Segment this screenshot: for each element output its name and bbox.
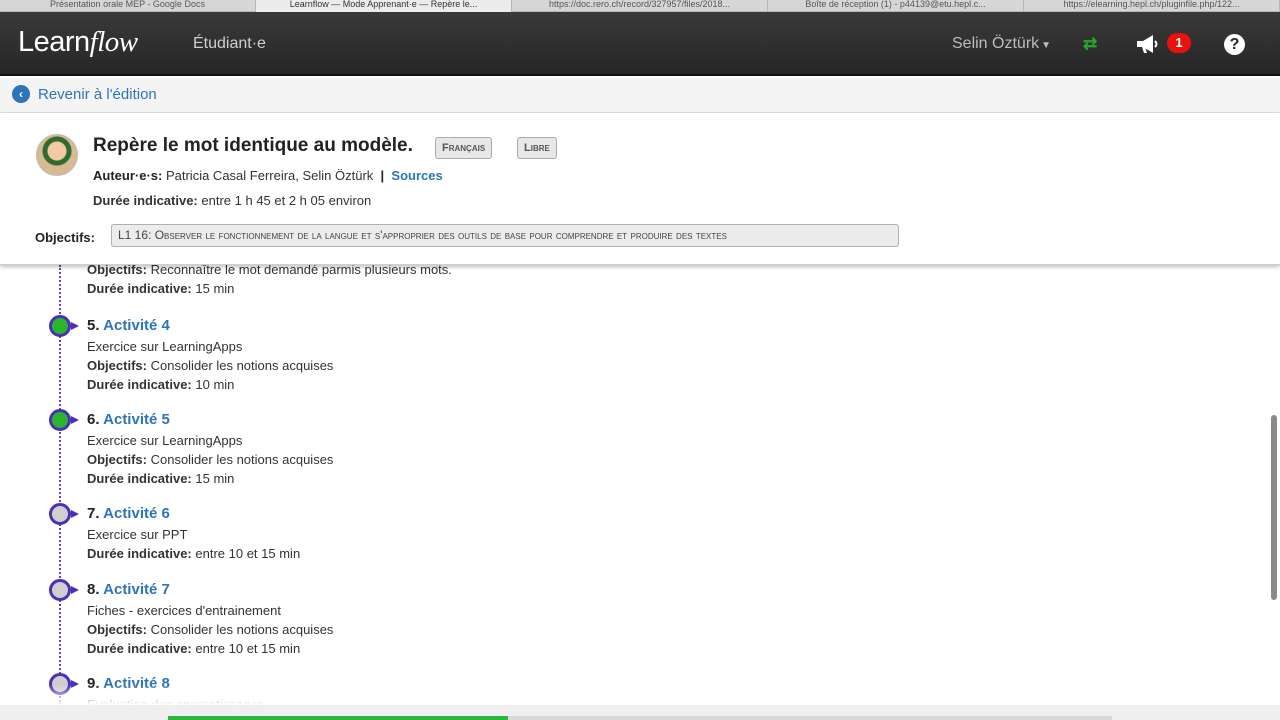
activity-number: 7. (87, 505, 100, 522)
browser-tab[interactable]: https://doc.rero.ch/record/327957/files/… (512, 0, 768, 12)
activity-duration: entre 10 et 15 min (195, 546, 301, 561)
timeline-node-done (49, 315, 79, 337)
duration-label: Durée indicative: (93, 193, 198, 208)
sources-link[interactable]: Sources (391, 168, 442, 183)
back-to-edit-link[interactable]: ‹ Revenir à l'édition (12, 85, 157, 103)
prev-objectives: Reconnaître le mot demandé parmis plusie… (150, 265, 452, 277)
notification-badge[interactable]: 1 (1167, 33, 1191, 53)
chevron-left-icon: ‹ (12, 85, 30, 103)
progress-fill (168, 716, 508, 720)
sequence-header: Repère le mot identique au modèle. Franç… (0, 113, 1280, 265)
activity-link[interactable]: Activité 6 (103, 505, 170, 522)
page-title: Repère le mot identique au modèle. (93, 135, 413, 156)
activity-duration: 10 min (195, 377, 235, 392)
browser-tab[interactable]: Boîte de réception (1) - p44139@etu.hepl… (768, 0, 1024, 12)
objective-badge: L1 16: Observer le fonctionnement de la … (111, 224, 899, 247)
learnflow-logo[interactable]: Learnflow (18, 26, 138, 59)
browser-tab-bar: Présentation orale MEP - Google Docs Lea… (0, 0, 1280, 12)
prev-duration-label: Durée indicative: (87, 281, 192, 296)
activity-item: 8. Activité 7 Fiches - exercices d'entra… (87, 580, 333, 658)
timeline-node-todo (49, 579, 79, 601)
activity-number: 8. (87, 581, 100, 598)
authors-line: Auteur·e·s: Patricia Casal Ferreira, Sel… (93, 168, 443, 183)
caret-down-icon: ▼ (1041, 40, 1052, 51)
activities-timeline: Objectifs: Reconnaître le mot demandé pa… (0, 265, 1280, 705)
authors-names: Patricia Casal Ferreira, Selin Öztürk (165, 168, 374, 183)
progress-bar (168, 716, 1112, 720)
activity-objectives-label: Objectifs: (87, 452, 147, 467)
subject-tag: Français (435, 137, 493, 159)
top-navbar: Learnflow Étudiant·e Selin Öztürk ▼ ⇄ 1 ? (0, 12, 1280, 76)
activity-objectives: Consolider les notions acquises (150, 358, 334, 373)
page-scrollbar[interactable] (1271, 415, 1277, 600)
prev-duration: 15 min (195, 281, 235, 296)
browser-tab-active[interactable]: Learnflow — Mode Apprenant·e — Repère le… (256, 0, 512, 12)
activity-link[interactable]: Activité 5 (103, 411, 170, 428)
user-name: Selin Öztürk (952, 35, 1040, 52)
activity-type: Exercice sur LearningApps (87, 339, 243, 354)
role-label: Étudiant·e (193, 35, 266, 52)
activity-number: 6. (87, 411, 100, 428)
activity-duration-label: Durée indicative: (87, 471, 192, 486)
activity-link[interactable]: Activité 4 (103, 317, 170, 334)
bottom-fade (0, 685, 1280, 705)
activity-objectives: Consolider les notions acquises (150, 452, 334, 467)
activity-number: 5. (87, 317, 100, 334)
megaphone-icon[interactable] (1134, 33, 1160, 55)
duration-value: entre 1 h 45 et 2 h 05 environ (201, 193, 372, 208)
activity-type: Fiches - exercices d'entrainement (87, 603, 281, 618)
activity-type: Exercice sur PPT (87, 527, 188, 542)
activity-duration-label: Durée indicative: (87, 546, 192, 561)
browser-tab[interactable]: Présentation orale MEP - Google Docs (0, 0, 256, 12)
browser-tab[interactable]: https://elearning.hepl.ch/pluginfile.php… (1024, 0, 1280, 12)
authors-separator: | (380, 168, 385, 183)
activity-duration: entre 10 et 15 min (195, 641, 301, 656)
timeline-node-done (49, 409, 79, 431)
logo-flow: flow (89, 26, 138, 58)
logo-learn: Learn (18, 26, 90, 58)
timeline-node-todo (49, 503, 79, 525)
help-icon[interactable]: ? (1224, 34, 1245, 55)
activity-duration-label: Durée indicative: (87, 641, 192, 656)
activity-type: Exercice sur LearningApps (87, 433, 243, 448)
sync-icon[interactable]: ⇄ (1083, 34, 1097, 54)
user-menu[interactable]: Selin Öztürk ▼ (952, 35, 1051, 53)
activity-objectives-label: Objectifs: (87, 358, 147, 373)
prev-objectives-label: Objectifs: (87, 265, 147, 277)
activity-objectives: Consolider les notions acquises (150, 622, 334, 637)
sub-bar: ‹ Revenir à l'édition (0, 78, 1280, 113)
activity-item: 6. Activité 5 Exercice sur LearningApps … (87, 410, 333, 488)
activity-item: 7. Activité 6 Exercice sur PPT Durée ind… (87, 504, 300, 563)
duration-line: Durée indicative: entre 1 h 45 et 2 h 05… (93, 193, 371, 208)
author-avatar (36, 134, 78, 176)
objectives-label: Objectifs: (35, 230, 95, 245)
authors-label: Auteur·e·s: (93, 168, 163, 183)
activity-duration-label: Durée indicative: (87, 377, 192, 392)
license-tag: Libre (517, 137, 557, 159)
activity-objectives-label: Objectifs: (87, 622, 147, 637)
activity-duration: 15 min (195, 471, 235, 486)
previous-activity-tail: Objectifs: Reconnaître le mot demandé pa… (87, 265, 452, 298)
back-label: Revenir à l'édition (38, 85, 157, 103)
activity-link[interactable]: Activité 7 (103, 581, 170, 598)
activity-item: 5. Activité 4 Exercice sur LearningApps … (87, 316, 333, 394)
